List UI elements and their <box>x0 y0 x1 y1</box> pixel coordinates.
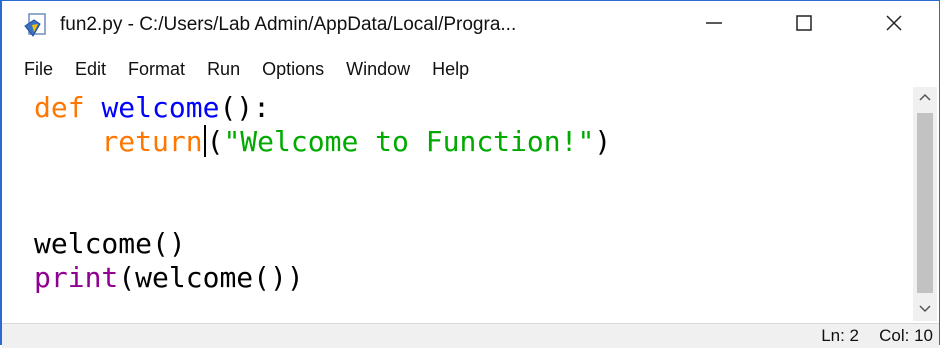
minimize-icon <box>704 13 724 38</box>
title-bar[interactable]: fun2.py - C:/Users/Lab Admin/AppData/Loc… <box>2 1 939 49</box>
code-token-plain: (): <box>219 91 271 124</box>
code-token-definition: welcome <box>101 91 220 124</box>
idle-python-file-icon <box>24 12 50 38</box>
vertical-scrollbar[interactable] <box>913 87 937 321</box>
menu-edit[interactable]: Edit <box>64 59 117 80</box>
line-indicator: Ln: 2 <box>821 326 859 345</box>
menu-run[interactable]: Run <box>196 59 251 80</box>
code-token-plain: (welcome()) <box>118 261 304 294</box>
code-token-plain: ( <box>206 125 224 158</box>
code-token-keyword: return <box>101 125 203 158</box>
idle-editor-window: fun2.py - C:/Users/Lab Admin/AppData/Loc… <box>0 0 940 348</box>
column-indicator: Col: 10 <box>879 326 933 345</box>
window-controls <box>669 1 939 49</box>
code-token-plain: welcome() <box>34 227 186 260</box>
code-token-keyword: def <box>34 91 85 124</box>
scroll-up-button[interactable] <box>913 87 937 109</box>
minimize-button[interactable] <box>669 1 759 49</box>
code-token-builtin: print <box>34 261 119 294</box>
scroll-thumb[interactable] <box>917 113 933 293</box>
code-token-plain: ) <box>594 125 612 158</box>
status-bar: Ln: 2 Col: 10 <box>2 323 939 348</box>
scroll-down-button[interactable] <box>913 299 937 321</box>
close-icon <box>884 13 904 38</box>
menu-file[interactable]: File <box>2 59 64 80</box>
close-button[interactable] <box>849 1 939 49</box>
code-editor[interactable]: def welcome(): return ("Welcome to Functi… <box>20 87 915 319</box>
menu-help[interactable]: Help <box>421 59 480 80</box>
code-line[interactable]: print(welcome()) <box>34 261 304 295</box>
code-line[interactable]: def welcome(): <box>34 91 270 125</box>
menu-format[interactable]: Format <box>117 59 196 80</box>
menu-bar: File Edit Format Run Options Window Help <box>2 53 939 85</box>
menu-window[interactable]: Window <box>335 59 421 80</box>
code-token-string: "Welcome to Function!" <box>223 125 595 158</box>
code-line[interactable]: welcome() <box>34 227 186 261</box>
code-line[interactable]: return ("Welcome to Function!") <box>34 125 611 159</box>
chevron-up-icon <box>918 89 932 107</box>
text-cursor <box>203 125 206 157</box>
chevron-down-icon <box>918 301 932 319</box>
menu-options[interactable]: Options <box>251 59 335 80</box>
maximize-button[interactable] <box>759 1 849 49</box>
window-title: fun2.py - C:/Users/Lab Admin/AppData/Loc… <box>60 14 517 35</box>
maximize-icon <box>794 13 814 38</box>
